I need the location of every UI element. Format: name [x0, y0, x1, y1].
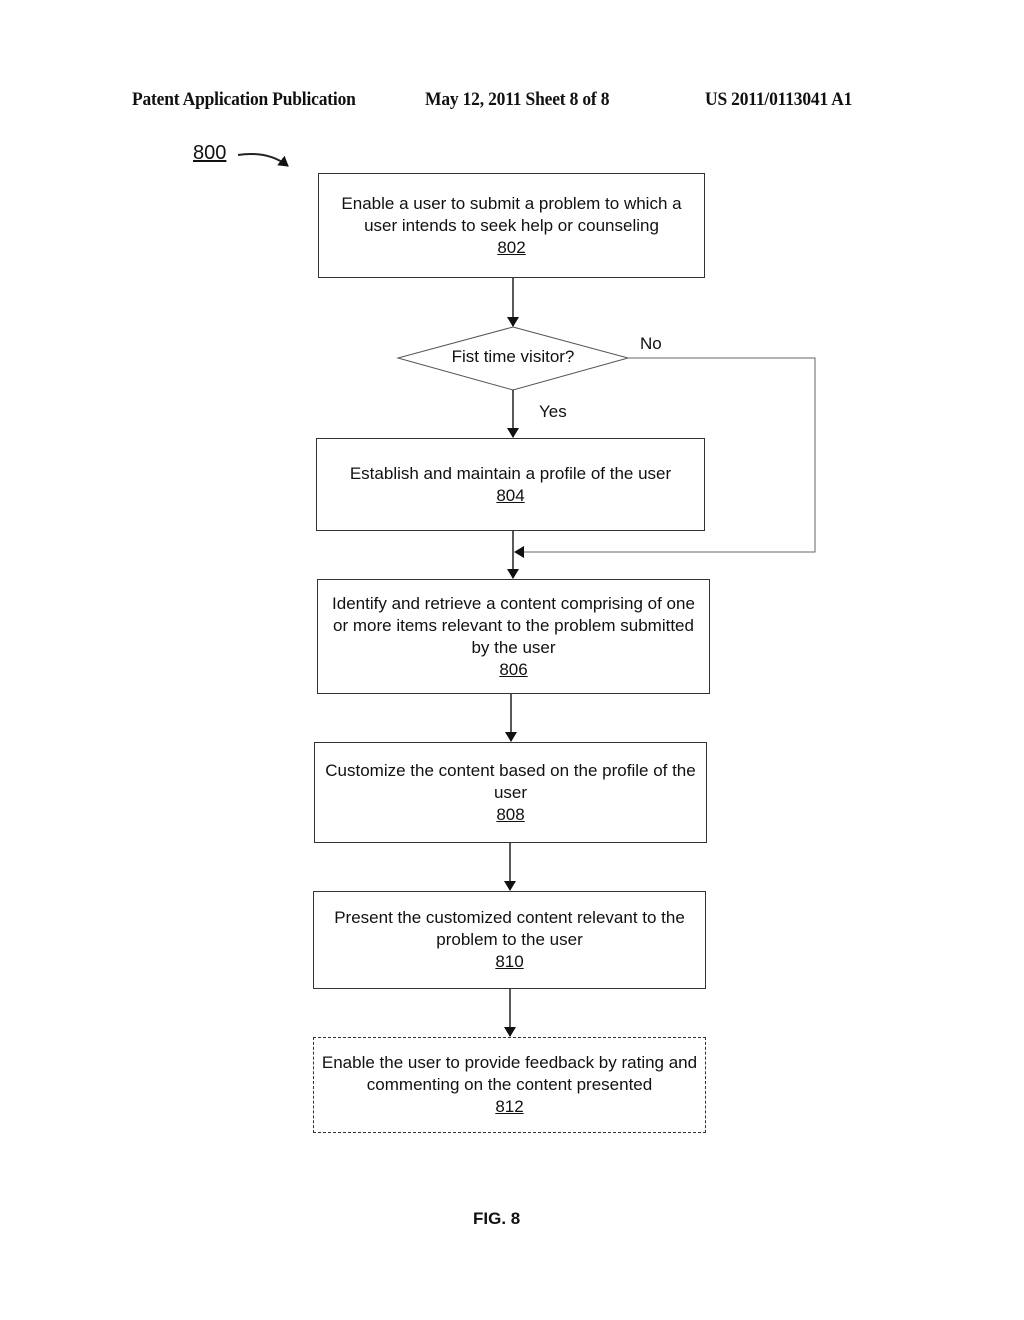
step-810-box: Present the customized content relevant … [313, 891, 706, 989]
step-812-box: Enable the user to provide feedback by r… [313, 1037, 706, 1133]
step-806-number: 806 [499, 659, 528, 679]
figure-caption: FIG. 8 [473, 1209, 521, 1228]
step-810-text: Present the customized content relevant … [334, 908, 685, 949]
decision-no-label: No [640, 334, 662, 353]
step-802-number: 802 [497, 237, 526, 257]
step-808-number: 808 [496, 804, 525, 824]
step-812-text: Enable the user to provide feedback by r… [321, 1053, 698, 1094]
step-806-box: Identify and retrieve a content comprisi… [317, 579, 710, 694]
step-804-number: 804 [496, 485, 525, 505]
decision-yes-label: Yes [539, 402, 567, 421]
step-808-text: Customize the content based on the profi… [325, 760, 696, 802]
ref-pointer-arrow [237, 153, 289, 167]
step-802-box: Enable a user to submit a problem to whi… [318, 173, 705, 278]
step-806-text: Identify and retrieve a content comprisi… [332, 593, 695, 657]
step-804-text: Establish and maintain a profile of the … [349, 463, 672, 483]
decision-text: Fist time visitor? [451, 347, 575, 366]
step-802-text: Enable a user to submit a problem to whi… [341, 193, 682, 235]
step-808-box: Customize the content based on the profi… [314, 742, 707, 843]
step-812-number: 812 [495, 1097, 524, 1116]
step-804-box: Establish and maintain a profile of the … [316, 438, 705, 531]
step-810-number: 810 [495, 952, 524, 971]
